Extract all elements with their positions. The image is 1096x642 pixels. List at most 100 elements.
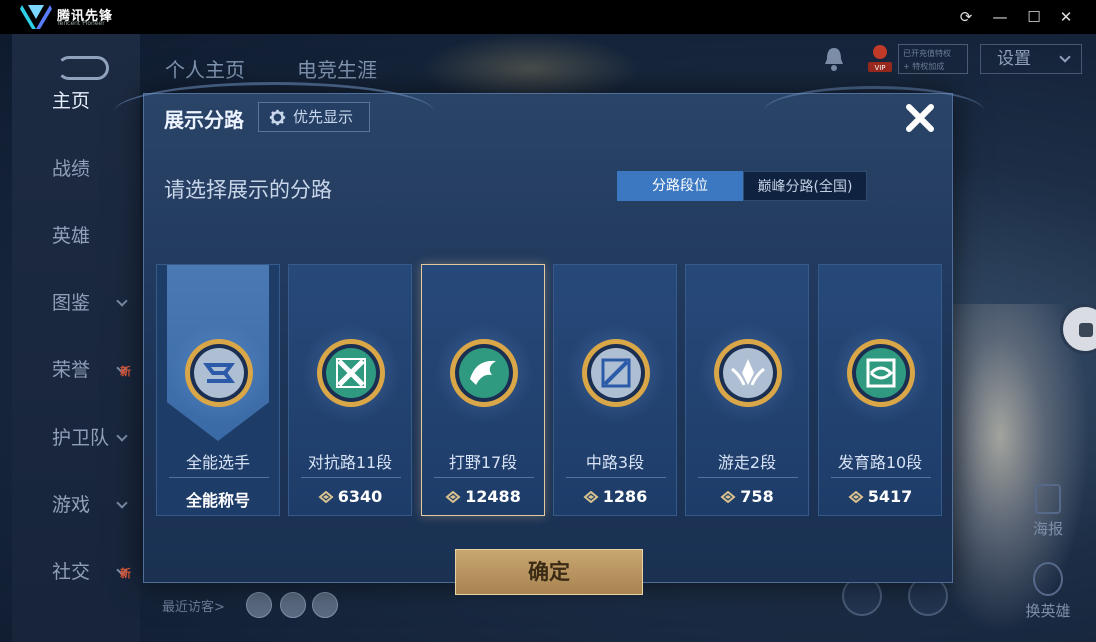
swap-hero-icon	[1033, 562, 1063, 596]
close-window-icon[interactable]: ✕	[1056, 7, 1076, 27]
vip-line-1: 已开充值特权	[903, 49, 951, 58]
divider	[169, 477, 269, 478]
sidebar-item-label: 护卫队	[52, 427, 110, 449]
chevron-down-icon	[116, 497, 128, 509]
allround-badge	[185, 339, 253, 407]
sidebar-item[interactable]: 社交 新	[12, 552, 140, 592]
swap-hero-button[interactable]: 换英雄	[1018, 562, 1078, 632]
mid-lane-badge	[582, 339, 650, 407]
lane-card-value: 6340	[337, 487, 383, 506]
sidebar-item-label: 荣誉	[52, 359, 91, 381]
divider	[301, 477, 401, 478]
avatar[interactable]	[246, 592, 272, 618]
poster-icon	[1035, 484, 1061, 514]
close-icon[interactable]	[902, 100, 938, 136]
lane-card-label: 发育路10段	[837, 453, 923, 472]
roam-badge	[714, 339, 782, 407]
app-logo-icon	[20, 5, 52, 29]
swap-hero-label: 换英雄	[1025, 602, 1071, 620]
poster-label: 海报	[1032, 520, 1063, 538]
lane-card-value: 1286	[602, 487, 648, 506]
app-subtitle: Tencent Pioneer	[57, 20, 105, 27]
maximize-icon[interactable]: ☐	[1024, 7, 1044, 27]
sidebar-item[interactable]: 图鉴	[12, 283, 140, 323]
sidebar-item-label: 社交	[52, 561, 91, 583]
tab-lane-rank[interactable]: 分路段位	[617, 171, 743, 201]
new-badge: 新	[120, 365, 131, 378]
chevron-down-icon	[116, 295, 128, 307]
divider	[698, 477, 798, 478]
jungle-badge	[450, 339, 518, 407]
lane-card-score: 5417	[819, 487, 941, 506]
game-screen: 主页 战绩 英雄 图鉴 荣誉新护卫队 游戏 社交新 个人主页 电竞生涯 VIP 已开充值特权…	[0, 34, 1096, 642]
power-icon	[848, 491, 864, 503]
vip-line-2: + 特权加成	[903, 62, 945, 71]
vip-privilege-box[interactable]: 已开充值特权 + 特权加成	[898, 44, 968, 74]
sidebar-item-label: 游戏	[52, 494, 91, 516]
settings-label: 设置	[997, 49, 1031, 69]
avatar[interactable]	[312, 592, 338, 618]
lane-card[interactable]: 游走2段 758	[685, 264, 809, 516]
avatar[interactable]	[280, 592, 306, 618]
tab-peak-lane[interactable]: 巅峰分路(全国)	[743, 171, 867, 201]
back-icon[interactable]	[57, 56, 109, 80]
tab-esports-career[interactable]: 电竞生涯	[297, 54, 377, 83]
priority-display-button[interactable]: 优先显示	[258, 102, 370, 132]
svg-text:VIP: VIP	[874, 64, 885, 72]
lane-card-value: 12488	[465, 487, 521, 506]
sidebar-item-label: 英雄	[52, 225, 91, 247]
refresh-icon[interactable]: ⟳	[956, 7, 976, 27]
new-badge: 新	[120, 567, 131, 580]
sidebar-item[interactable]: 英雄	[12, 216, 140, 256]
farm-lane-badge	[847, 339, 915, 407]
lane-card-score: 1286	[554, 487, 676, 506]
bell-icon[interactable]	[822, 46, 846, 72]
tab-profile[interactable]: 个人主页	[165, 54, 245, 83]
sidebar-item-label: 战绩	[52, 158, 91, 180]
gear-icon	[269, 109, 286, 126]
dialog-title: 展示分路	[164, 108, 244, 132]
lane-card[interactable]: 中路3段 1286	[553, 264, 677, 516]
power-icon	[445, 491, 461, 503]
sidebar-item[interactable]: 游戏	[12, 485, 140, 525]
recent-visitors-link[interactable]: 最近访客>	[162, 596, 225, 615]
lane-card-score: 6340	[289, 487, 411, 506]
power-icon	[720, 491, 736, 503]
lane-card[interactable]: 全能选手 全能称号	[156, 264, 280, 516]
clash-lane-badge	[317, 339, 385, 407]
lane-card-label: 对抗路11段	[307, 453, 393, 472]
sidebar-item[interactable]: 护卫队	[12, 418, 140, 458]
sidebar-item[interactable]: 战绩	[12, 149, 140, 189]
lane-card-label: 全能选手	[185, 453, 250, 472]
lane-card-score: 758	[686, 487, 808, 506]
poster-button[interactable]: 海报	[1026, 484, 1070, 544]
settings-button[interactable]: 设置	[980, 44, 1082, 74]
sidebar-item[interactable]: 荣誉 新	[12, 350, 140, 390]
lane-card-label: 打野17段	[448, 453, 518, 472]
lane-card-score: 全能称号	[157, 487, 279, 511]
window-titlebar: 腾讯先锋 Tencent Pioneer ⟳ — ☐ ✕	[0, 0, 1096, 34]
sidebar-item-label: 主页	[52, 90, 91, 112]
lane-card-value: 全能称号	[185, 491, 250, 510]
priority-display-label: 优先显示	[293, 108, 354, 126]
confirm-button[interactable]: 确定	[455, 549, 643, 595]
vip-icon[interactable]: VIP	[866, 42, 894, 76]
lane-display-dialog: 展示分路 优先显示 请选择展示的分路 分路段位 巅峰分路(全国) 全能选手全能称…	[114, 82, 984, 595]
lane-card[interactable]: 打野17段 12488	[421, 264, 545, 516]
divider	[566, 477, 666, 478]
lane-card[interactable]: 对抗路11段 6340	[288, 264, 412, 516]
divider	[434, 477, 534, 478]
dialog-subtitle: 请选择展示的分路	[164, 178, 332, 202]
chevron-down-icon	[1059, 51, 1071, 63]
lane-card[interactable]: 发育路10段 5417	[818, 264, 942, 516]
lane-card-value: 758	[740, 487, 774, 506]
power-icon	[318, 491, 334, 503]
divider	[831, 477, 931, 478]
sidebar-item-label: 图鉴	[52, 292, 91, 314]
cloud-decoration	[764, 86, 984, 136]
power-icon	[583, 491, 599, 503]
chevron-down-icon	[116, 430, 128, 442]
lane-card-value: 5417	[867, 487, 913, 506]
lane-card-label: 中路3段	[585, 453, 645, 472]
minimize-icon[interactable]: —	[990, 7, 1010, 27]
